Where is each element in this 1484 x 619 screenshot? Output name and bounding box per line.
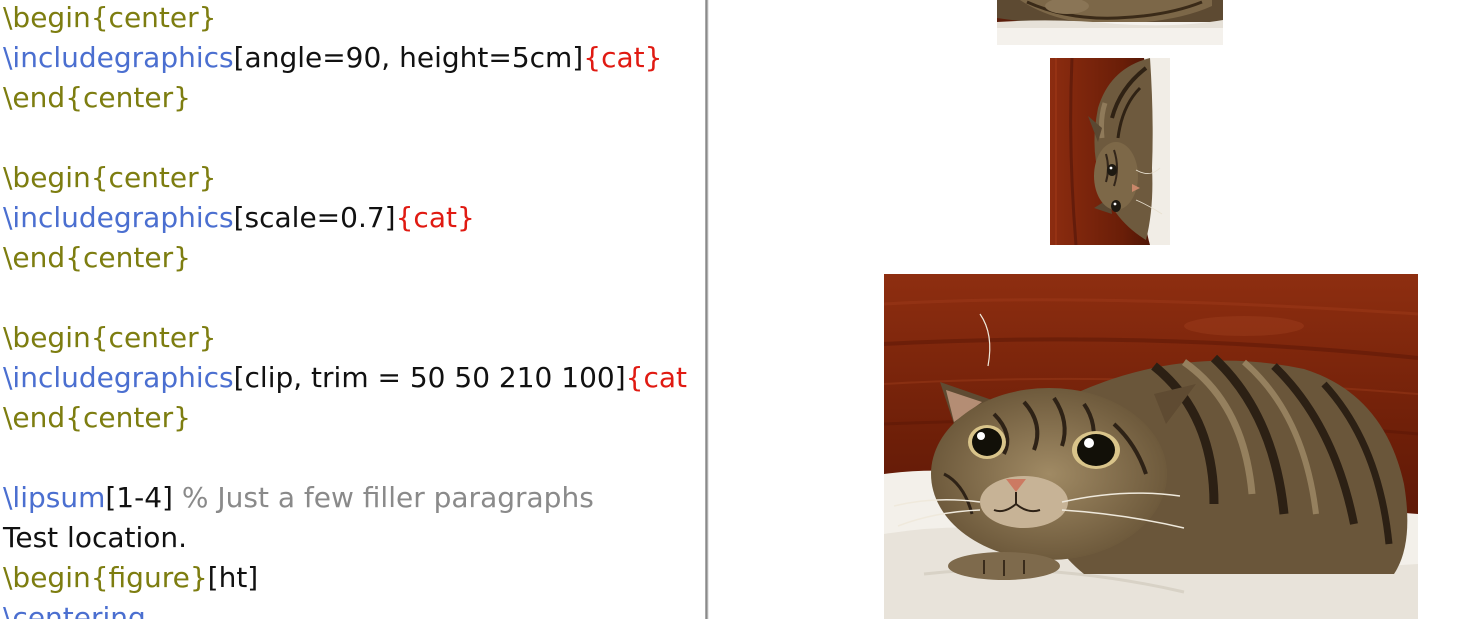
env-command: \begin [3,1,91,34]
env-command: \end [3,241,66,274]
cat-photo-image [997,0,1223,45]
code-line-begin-center-1[interactable]: \begin{center} [3,0,216,38]
cat-photo-image [884,274,1418,619]
env-command: \end [3,81,66,114]
includegraphics-command: \includegraphics [3,361,234,394]
includegraphics-options: [clip, trim = 50 50 210 100] [233,361,626,394]
code-line-centering[interactable]: \centering [3,598,146,619]
code-line-end-center-1[interactable]: \end{center} [3,78,191,118]
brace-open: { [625,361,644,394]
includegraphics-command: \includegraphics [3,41,234,74]
figure-placement-options: [ht] [207,561,259,594]
env-command: \end [3,401,66,434]
env-argument: {figure} [90,561,208,594]
cat-photo-image [1050,58,1170,245]
code-line-lipsum[interactable]: \lipsum[1-4] % Just a few filler paragra… [3,478,594,518]
env-command: \begin [3,321,91,354]
code-comment: % Just a few filler paragraphs [172,481,594,514]
env-command: \begin [3,561,91,594]
code-line-end-center-2[interactable]: \end{center} [3,238,191,278]
env-argument: {center} [65,81,191,114]
plain-text: Test location. [3,521,188,554]
lipsum-options: [1-4] [105,481,173,514]
lipsum-command: \lipsum [3,481,106,514]
code-line-begin-figure[interactable]: \begin{figure}[ht] [3,558,258,598]
code-line-includegraphics-scale[interactable]: \includegraphics[scale=0.7]{cat} [3,198,475,238]
code-line-begin-center-3[interactable]: \begin{center} [3,318,216,358]
includegraphics-command: \includegraphics [3,201,234,234]
file-argument: cat [643,361,687,394]
code-line-includegraphics-angle[interactable]: \includegraphics[angle=90, height=5cm]{c… [3,38,662,78]
file-argument: cat [601,41,645,74]
cat-photo-clipped-top [997,0,1223,45]
includegraphics-options: [angle=90, height=5cm] [233,41,584,74]
brace-open: { [583,41,602,74]
env-argument: {center} [65,241,191,274]
brace-open: { [395,201,414,234]
env-argument: {center} [65,401,191,434]
env-argument: {center} [90,321,217,354]
code-line-begin-center-2[interactable]: \begin{center} [3,158,216,198]
env-argument: {center} [90,161,217,194]
cat-photo-scaled-0.7 [884,274,1418,619]
env-command: \begin [3,161,91,194]
includegraphics-options: [scale=0.7] [233,201,396,234]
cat-photo-rotated-90 [1050,58,1170,245]
brace-close: } [644,41,663,74]
env-argument: {center} [90,1,217,34]
centering-command: \centering [3,601,146,619]
latex-editor-window: \begin{center} \includegraphics[angle=90… [0,0,1484,619]
brace-close: } [456,201,475,234]
code-line-test-location[interactable]: Test location. [3,518,187,558]
pdf-preview[interactable] [709,0,1484,619]
code-line-end-center-3[interactable]: \end{center} [3,398,191,438]
code-line-includegraphics-clip[interactable]: \includegraphics[clip, trim = 50 50 210 … [3,358,687,398]
file-argument: cat [413,201,457,234]
source-editor[interactable]: \begin{center} \includegraphics[angle=90… [0,0,706,619]
